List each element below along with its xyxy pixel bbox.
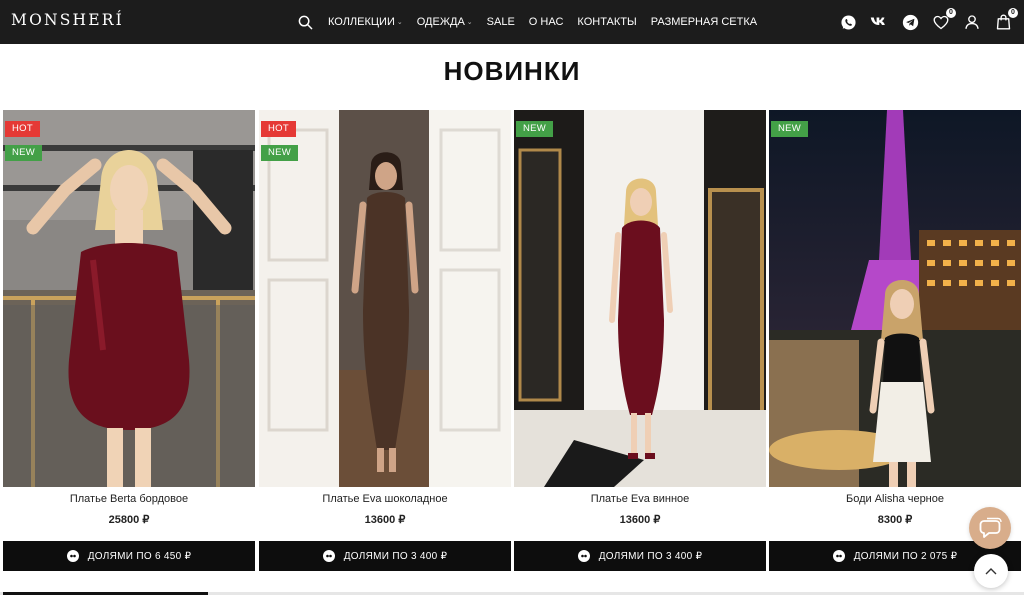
installment-icon: [577, 550, 590, 562]
chevron-up-icon: [985, 568, 997, 575]
new-label: NEW: [261, 145, 299, 161]
installment-button[interactable]: ДОЛЯМИ ПО 3 400 ₽: [514, 541, 766, 571]
product-image[interactable]: [3, 110, 255, 487]
chevron-down-icon: ⌄: [466, 19, 473, 26]
product-title[interactable]: Платье Eva винное: [514, 493, 766, 505]
installment-button[interactable]: ДОЛЯМИ ПО 3 400 ₽: [259, 541, 511, 571]
installment-button[interactable]: ДОЛЯМИ ПО 6 450 ₽: [3, 541, 255, 571]
product-title[interactable]: Боди Alisha черное: [769, 493, 1021, 505]
product-price: 13600 ₽: [364, 514, 406, 526]
nav-item-contacts[interactable]: КОНТАКТЫ: [577, 16, 636, 28]
installment-icon: [322, 550, 335, 562]
nav-item-label: SALE: [486, 16, 515, 28]
nav-item-label: КОЛЛЕКЦИИ: [328, 16, 395, 28]
installment-text: ДОЛЯМИ ПО 6 450 ₽: [87, 550, 192, 562]
product-card: NEW Боди Alisha черное 8300 ₽ ДОЛЯМИ ПО …: [769, 110, 1021, 572]
cart-icon[interactable]: 0: [994, 8, 1018, 31]
heart-icon[interactable]: 0: [932, 8, 956, 31]
product-image[interactable]: [259, 110, 511, 487]
chat-bubble-icon: [979, 517, 1002, 538]
header-icons: 0 0: [826, 0, 1018, 44]
nav-item-about[interactable]: О НАС: [529, 16, 564, 28]
installment-text: ДОЛЯМИ ПО 3 400 ₽: [343, 550, 448, 562]
vk-icon[interactable]: [870, 13, 888, 31]
main-nav: КОЛЛЕКЦИИ ⌄ ОДЕЖДА ⌄ SALE О НАС КОНТАКТЫ…: [298, 0, 771, 44]
installment-text: ДОЛЯМИ ПО 2 075 ₽: [853, 550, 958, 562]
carousel-progress-track[interactable]: [0, 592, 1024, 595]
product-price: 25800 ₽: [108, 514, 150, 526]
nav-item-collections[interactable]: КОЛЛЕКЦИИ ⌄: [328, 16, 403, 28]
user-icon[interactable]: [963, 13, 981, 31]
product-image[interactable]: [514, 110, 766, 487]
brand-logo[interactable]: MONSHERÍ: [11, 11, 124, 29]
nav-item-sale[interactable]: SALE: [487, 16, 515, 28]
installment-text: ДОЛЯМИ ПО 3 400 ₽: [598, 550, 703, 562]
installment-icon: [832, 550, 845, 562]
new-label: NEW: [771, 121, 809, 137]
product-card: NEW Платье Eva винное 13600 ₽ ДОЛЯМИ ПО …: [514, 110, 766, 572]
hot-label: HOT: [5, 121, 40, 137]
search-icon[interactable]: [298, 14, 314, 30]
nav-item-label: О НАС: [528, 16, 564, 28]
section-title: НОВИНКИ: [443, 56, 581, 86]
nav-item-label: КОНТАКТЫ: [577, 16, 637, 28]
product-image[interactable]: [769, 110, 1021, 487]
installment-icon: [66, 550, 79, 562]
product-title[interactable]: Платье Eva шоколадное: [259, 493, 511, 505]
product-title[interactable]: Платье Berta бордовое: [3, 493, 255, 505]
new-label: NEW: [516, 121, 554, 137]
nav-item-size-chart[interactable]: РАЗМЕРНАЯ СЕТКА: [651, 16, 757, 28]
telegram-icon[interactable]: [901, 13, 919, 31]
nav-item-label: ОДЕЖДА: [416, 16, 465, 28]
product-grid: HOT NEW Платье Berta бордовое 25800 ₽ ДО…: [3, 110, 1021, 572]
chat-button[interactable]: [969, 507, 1011, 549]
wishlist-count-badge: 0: [946, 8, 956, 18]
product-price: 13600 ₽: [619, 514, 661, 526]
product-card: HOT NEW Платье Eva шоколадное 13600 ₽ ДО…: [259, 110, 511, 572]
whatsapp-icon[interactable]: [839, 13, 857, 31]
hot-label: HOT: [261, 121, 296, 137]
site-header: MONSHERÍ КОЛЛЕКЦИИ ⌄ ОДЕЖДА ⌄ SALE О НАС…: [0, 0, 1024, 44]
new-label: NEW: [5, 145, 43, 161]
nav-item-label: РАЗМЕРНАЯ СЕТКА: [650, 16, 758, 28]
carousel-progress-thumb[interactable]: [3, 592, 208, 595]
chevron-down-icon: ⌄: [396, 19, 403, 26]
product-card: HOT NEW Платье Berta бордовое 25800 ₽ ДО…: [3, 110, 255, 572]
nav-item-clothing[interactable]: ОДЕЖДА ⌄: [417, 16, 473, 28]
scroll-to-top-button[interactable]: [974, 554, 1008, 588]
cart-count-badge: 0: [1008, 8, 1018, 18]
